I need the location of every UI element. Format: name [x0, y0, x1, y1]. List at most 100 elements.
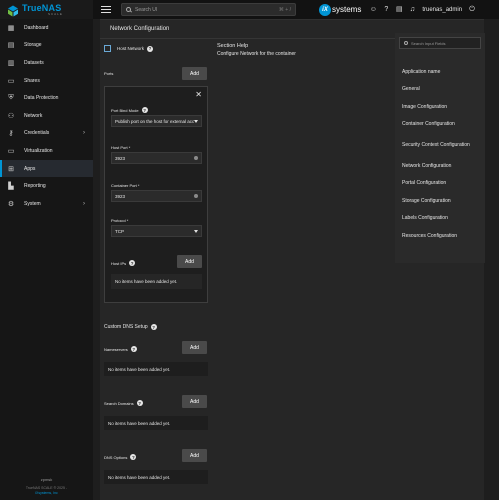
index-item-resources-configuration[interactable]: Resources Configuration	[402, 227, 482, 245]
user-menu[interactable]: truenas_admin	[422, 7, 462, 13]
sidebar-item-storage[interactable]: ▤ Storage	[0, 37, 93, 55]
index-item-security-context-configuration[interactable]: Security Context Configuration	[402, 133, 482, 157]
sidebar-item-label: Network	[24, 112, 43, 119]
port-bind-mode-value: Publish port on the host for external ac…	[115, 118, 194, 124]
host-ips-label: Host IPs	[111, 260, 127, 266]
ix-logo-icon: iX	[319, 3, 331, 16]
chart-icon: ▙	[8, 183, 14, 191]
brand-subtitle: SCALE	[48, 11, 63, 16]
sidebar-item-label: Reporting	[24, 183, 46, 190]
ix-company-text: systems	[332, 5, 362, 14]
protocol-label: Protocol *	[111, 218, 129, 223]
sidebar-item-label: Dashboard	[24, 24, 49, 31]
dropdown-icon	[194, 119, 198, 123]
dns-options-label-row: DNS Options ?	[104, 454, 137, 460]
add-dns-option-button[interactable]: Add	[182, 449, 207, 462]
host-network-checkbox[interactable]	[104, 45, 111, 52]
help-icon[interactable]: ?	[130, 454, 137, 460]
container-port-value: 3923	[115, 193, 126, 199]
section-help-title: Section Help	[217, 43, 249, 49]
dropdown-icon	[194, 229, 198, 233]
add-port-button[interactable]: Add	[182, 67, 207, 80]
sidebar-item-network[interactable]: ⚇ Network	[0, 107, 93, 125]
sidebar-item-shares[interactable]: ▭ Shares	[0, 72, 93, 90]
top-bar: TrueNAS SCALE Search UI ⌘ + / iX systems…	[0, 0, 499, 19]
index-item-application-name[interactable]: Application name	[402, 63, 482, 81]
feedback-icon[interactable]: ☺	[369, 6, 377, 14]
sidebar-item-datasets[interactable]: ▥ Datasets	[0, 54, 93, 72]
index-item-container-configuration[interactable]: Container Configuration	[402, 116, 482, 134]
sidebar-item-reporting[interactable]: ▙ Reporting	[0, 177, 93, 195]
section-help-text: Configure Network for the container	[217, 51, 296, 57]
search-icon	[404, 41, 408, 45]
jobs-icon[interactable]: ▤	[395, 6, 403, 14]
add-host-ip-button[interactable]: Add	[177, 255, 202, 268]
clear-icon[interactable]	[194, 156, 198, 160]
notifications-icon[interactable]: ♫	[408, 6, 416, 14]
host-port-label-row: Host Port *	[111, 145, 130, 150]
search-domains-label: Search Domains	[104, 400, 134, 406]
sidebar-item-system[interactable]: ⚙ System ›	[0, 195, 93, 213]
truenas-logo[interactable]: TrueNAS SCALE	[0, 0, 93, 19]
sidebar-item-label: Shares	[24, 77, 40, 84]
monitor-icon: ▭	[7, 147, 15, 155]
help-icon[interactable]: ?	[130, 346, 137, 352]
key-icon: ⚷	[8, 130, 14, 138]
network-icon: ⚇	[7, 112, 15, 120]
nameservers-empty: No items have been added yet.	[104, 362, 208, 376]
index-item-network-configuration[interactable]: Network Configuration	[402, 157, 482, 175]
port-bind-mode-select[interactable]: Publish port on the host for external ac…	[111, 115, 202, 127]
apps-icon: ⊞	[8, 165, 14, 173]
help-icon[interactable]: ?	[147, 45, 154, 52]
power-icon[interactable]: ⏻	[468, 6, 476, 14]
help-icon[interactable]: ?	[129, 260, 136, 266]
sidebar-item-virtualization[interactable]: ▭ Virtualization	[0, 142, 93, 160]
index-item-labels-configuration[interactable]: Labels Configuration	[402, 210, 482, 228]
sidebar-item-label: Storage	[24, 42, 42, 49]
protocol-select[interactable]: TCP	[111, 225, 202, 237]
container-port-label-row: Container Port *	[111, 183, 139, 188]
clear-icon[interactable]	[194, 194, 198, 198]
sidebar-item-data-protection[interactable]: ⛨ Data Protection	[0, 89, 93, 107]
ports-label-row: Ports	[104, 71, 113, 76]
menu-toggle-icon[interactable]	[101, 5, 111, 14]
ports-label: Ports	[104, 71, 114, 76]
index-item-storage-configuration[interactable]: Storage Configuration	[402, 192, 482, 210]
protocol-value: TCP	[115, 228, 124, 234]
folder-icon: ▭	[7, 77, 15, 85]
search-input[interactable]: Search UI ⌘ + /	[121, 3, 296, 16]
ixsystems-logo[interactable]: iX systems	[319, 3, 362, 16]
search-domains-label-row: Search Domains ?	[104, 400, 143, 406]
company-link[interactable]: iXsystems, Inc	[0, 491, 93, 495]
port-card: ✕ Port Bind Mode ? Publish port on the h…	[104, 86, 208, 303]
search-input-fields[interactable]: Search Input Fields	[399, 37, 481, 49]
container-port-input[interactable]: 3923	[111, 190, 202, 202]
dns-options-empty: No items have been added yet.	[104, 470, 208, 484]
help-icon[interactable]: ?	[382, 6, 390, 14]
help-icon[interactable]: ?	[150, 324, 157, 330]
add-nameserver-button[interactable]: Add	[182, 341, 207, 354]
dns-options-label: DNS Options	[104, 454, 128, 460]
search-shortcut: ⌘ + /	[278, 6, 291, 13]
host-port-input[interactable]: 3923	[111, 152, 202, 164]
close-icon[interactable]: ✕	[195, 90, 202, 99]
sidebar-item-apps[interactable]: ⊞ Apps	[0, 159, 93, 178]
container-port-label: Container Port *	[111, 183, 140, 188]
port-bind-mode-label: Port Bind Mode	[111, 107, 139, 113]
protocol-label-row: Protocol *	[111, 218, 128, 223]
page-title: Network Configuration	[110, 26, 170, 32]
sidebar-item-label: Apps	[24, 165, 36, 172]
index-item-portal-configuration[interactable]: Portal Configuration	[402, 175, 482, 193]
sidebar-item-dashboard[interactable]: ▦ Dashboard	[0, 19, 93, 37]
index-item-image-configuration[interactable]: Image Configuration	[402, 98, 482, 116]
help-icon[interactable]: ?	[141, 107, 148, 113]
index-item-general[interactable]: General	[402, 81, 482, 99]
storage-icon: ▤	[7, 42, 15, 50]
search-icon	[126, 7, 131, 12]
host-network-label: Host Network	[117, 46, 145, 51]
host-ips-empty: No items have been added yet.	[111, 274, 202, 289]
sidebar: ▦ Dashboard ▤ Storage ▥ Datasets ▭ Share…	[0, 19, 93, 500]
add-search-domain-button[interactable]: Add	[182, 395, 207, 408]
help-icon[interactable]: ?	[136, 400, 143, 406]
sidebar-item-credentials[interactable]: ⚷ Credentials ›	[0, 125, 93, 143]
